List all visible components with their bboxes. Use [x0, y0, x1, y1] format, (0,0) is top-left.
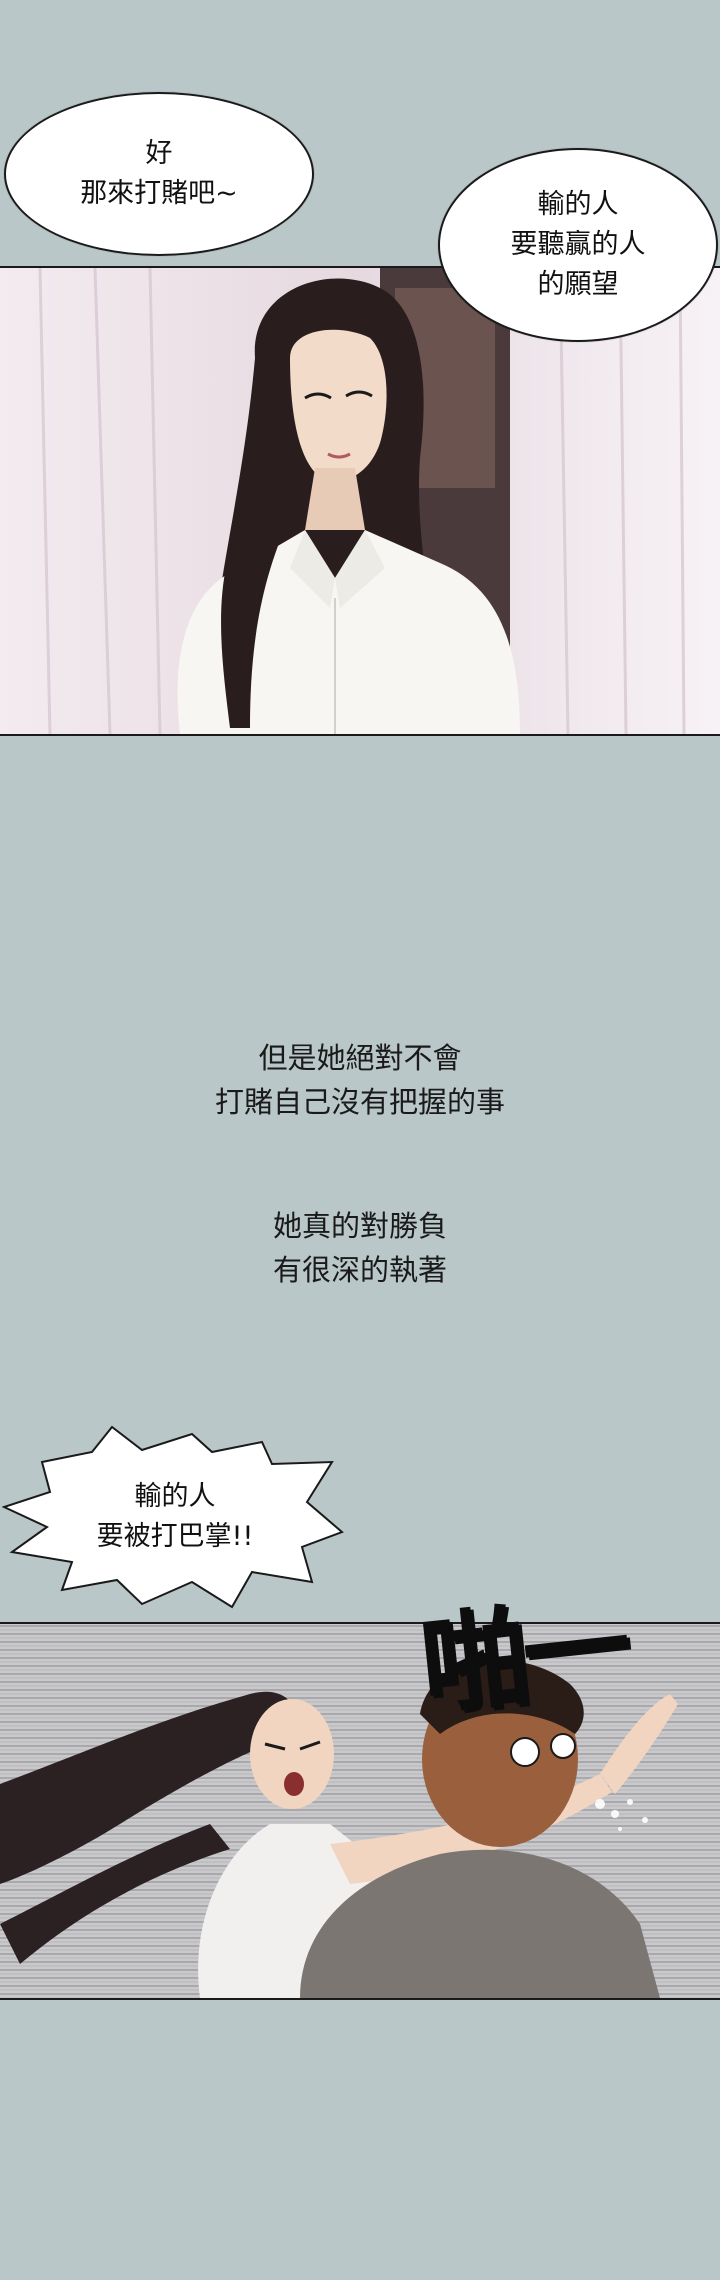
narration-obsessed-with-winning: 她真的對勝負 有很深的執著 — [272, 1209, 447, 1287]
speech-bubble-top-right: 輸的人 要聽贏的人 的願望 — [438, 148, 718, 342]
sound-effect-slap: 啪一 — [415, 1584, 631, 1731]
narration-never-bets-unsure: 但是她絕對不會 打賭自己沒有把握的事 — [214, 1041, 505, 1119]
speech-text-slap-loser: 輸的人 要被打巴掌!! — [96, 1481, 254, 1552]
speech-bubble-top-left: 好 那來打賭吧~ — [4, 92, 314, 256]
speech-bubble-slap-warning: 輸的人 要被打巴掌!! — [2, 1422, 348, 1612]
speech-text-loser-obeys: 輸的人 要聽贏的人 的願望 — [510, 189, 646, 300]
speech-text-lets-bet: 好 那來打賭吧~ — [80, 138, 238, 209]
